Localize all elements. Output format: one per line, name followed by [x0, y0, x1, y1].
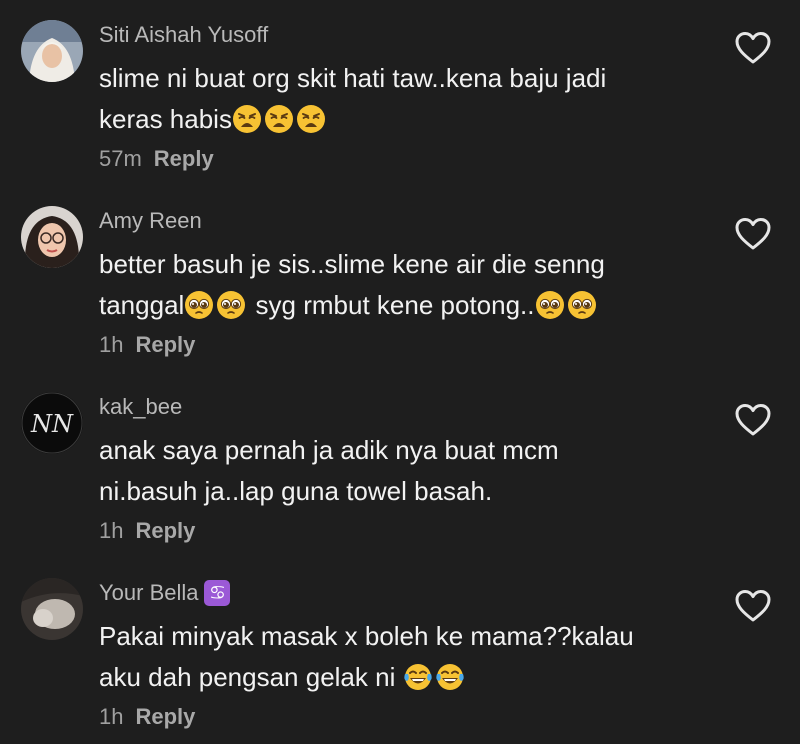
comment-meta: 1h Reply	[99, 704, 195, 730]
comment-text-segment: syg rmbut kene potong..	[255, 290, 535, 320]
avatar[interactable]	[21, 20, 83, 82]
comment-text-line: ni.basuh ja..lap guna towel basah.	[99, 476, 493, 506]
comment-item: NN kak_bee anak saya pernah ja adik nya …	[0, 372, 800, 558]
username[interactable]: Your Bella ♋	[99, 580, 231, 606]
zodiac-cancer-icon: ♋	[204, 580, 231, 606]
heart-icon[interactable]	[734, 31, 772, 65]
comment-time: 1h	[99, 332, 124, 357]
tears-of-joy-emoji	[435, 662, 465, 692]
username[interactable]: Siti Aishah Yusoff	[99, 22, 268, 48]
username[interactable]: Amy Reen	[99, 208, 202, 234]
avatar[interactable]	[21, 578, 83, 640]
comment-time: 1h	[99, 704, 124, 729]
avatar-logo-text: NN	[30, 410, 74, 438]
comment-text: anak saya pernah ja adik nya buat mcm ni…	[99, 430, 699, 512]
comment-time: 57m	[99, 146, 142, 171]
comment-item: Your Bella ♋ Pakai minyak masak x boleh k…	[0, 558, 800, 744]
username-text: Your Bella	[99, 580, 199, 605]
comment-text: Pakai minyak masak x boleh ke mama??kala…	[99, 616, 699, 698]
reply-button[interactable]: Reply	[135, 332, 195, 357]
comment-text-line: tanggal syg rmbut kene potong..	[99, 285, 699, 326]
pleading-face-emoji	[567, 290, 597, 320]
comment-meta: 1h Reply	[99, 518, 195, 544]
avatar[interactable]: NN	[21, 392, 83, 454]
reply-button[interactable]: Reply	[154, 146, 214, 171]
avatar[interactable]	[21, 206, 83, 268]
heart-icon[interactable]	[734, 589, 772, 623]
comment-meta: 57m Reply	[99, 146, 214, 172]
username[interactable]: kak_bee	[99, 394, 182, 420]
heart-icon[interactable]	[734, 403, 772, 437]
comment-list: Siti Aishah Yusoff slime ni buat org ski…	[0, 0, 800, 744]
comment-text-line: aku dah pengsan gelak ni	[99, 657, 699, 698]
pleading-face-emoji	[184, 290, 214, 320]
comment-item: Siti Aishah Yusoff slime ni buat org ski…	[0, 0, 800, 186]
comment-time: 1h	[99, 518, 124, 543]
tears-of-joy-emoji	[403, 662, 433, 692]
comment-item: Amy Reen better basuh je sis..slime kene…	[0, 186, 800, 372]
comment-text-line: Pakai minyak masak x boleh ke mama??kala…	[99, 621, 634, 651]
pleading-face-emoji	[216, 290, 246, 320]
comment-meta: 1h Reply	[99, 332, 195, 358]
weary-face-emoji	[232, 104, 262, 134]
comment-text-line: better basuh je sis..slime kene air die …	[99, 249, 605, 279]
reply-button[interactable]: Reply	[135, 704, 195, 729]
heart-icon[interactable]	[734, 217, 772, 251]
comment-text-line: anak saya pernah ja adik nya buat mcm	[99, 435, 559, 465]
comment-text: better basuh je sis..slime kene air die …	[99, 244, 699, 326]
weary-face-emoji	[296, 104, 326, 134]
comment-text-segment: tanggal	[99, 290, 185, 320]
comment-text-segment: keras habis	[99, 104, 232, 134]
reply-button[interactable]: Reply	[135, 518, 195, 543]
comment-text-line: slime ni buat org skit hati taw..kena ba…	[99, 63, 607, 93]
weary-face-emoji	[264, 104, 294, 134]
comment-text: slime ni buat org skit hati taw..kena ba…	[99, 58, 699, 140]
comment-text-line: keras habis	[99, 99, 699, 140]
comment-text-segment: aku dah pengsan gelak ni	[99, 662, 396, 692]
pleading-face-emoji	[535, 290, 565, 320]
